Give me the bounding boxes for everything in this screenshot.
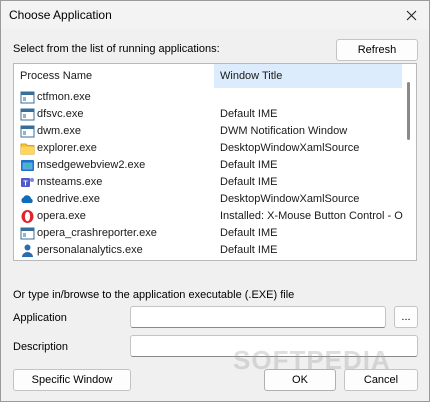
process-name: msteams.exe — [37, 176, 103, 188]
generic-app-icon — [20, 107, 35, 122]
process-row[interactable]: ctfmon.exe — [14, 89, 404, 106]
process-row[interactable]: onedrive.exe DesktopWindowXamlSource — [14, 191, 404, 208]
window-title: Default IME — [220, 176, 278, 188]
application-label: Application — [13, 312, 67, 324]
window-title: DesktopWindowXamlSource — [220, 193, 360, 205]
process-name: opera.exe — [37, 210, 86, 222]
teams-icon: T — [20, 175, 35, 190]
process-name: explorer.exe — [37, 142, 97, 154]
process-rows: ctfmon.exe dfsvc.exe Default IME dwm.exe DWM… — [14, 89, 404, 259]
process-name: ctfmon.exe — [37, 91, 91, 103]
window-title: DesktopWindowXamlSource — [220, 142, 360, 154]
generic-app-icon — [20, 226, 35, 241]
edge-webview-icon — [20, 158, 35, 173]
refresh-button[interactable]: Refresh — [336, 39, 418, 61]
process-name: msedgewebview2.exe — [37, 159, 146, 171]
close-button[interactable] — [393, 1, 429, 29]
process-name: personalanalytics.exe — [37, 244, 143, 256]
softpedia-watermark: SOFTPEDIA — [233, 345, 391, 375]
description-label: Description — [13, 341, 69, 353]
column-header-process[interactable]: Process Name — [14, 64, 214, 88]
list-header: Process Name Window Title — [14, 64, 404, 88]
process-row[interactable]: Tmsteams.exe Default IME — [14, 174, 404, 191]
onedrive-cloud-icon — [20, 192, 35, 207]
browse-label: Or type in/browse to the application exe… — [13, 289, 295, 301]
process-name: opera_crashreporter.exe — [37, 227, 157, 239]
process-row[interactable]: dfsvc.exe Default IME — [14, 106, 404, 123]
person-icon — [20, 243, 35, 258]
title-bar: Choose Application — [1, 1, 429, 29]
specific-window-button[interactable]: Specific Window — [13, 369, 131, 391]
process-name: onedrive.exe — [37, 193, 100, 205]
window-title: Default IME — [220, 159, 278, 171]
dialog-title: Choose Application — [9, 8, 112, 22]
scrollbar-thumb[interactable] — [407, 82, 410, 140]
generic-app-icon — [20, 90, 35, 105]
process-name: dwm.exe — [37, 125, 82, 137]
window-title: Installed: X-Mouse Button Control - O — [220, 210, 403, 222]
process-row[interactable]: personalanalytics.exe Default IME — [14, 242, 404, 259]
column-header-window[interactable]: Window Title — [214, 64, 402, 88]
window-title: Default IME — [220, 108, 278, 120]
process-row[interactable]: opera.exe Installed: X-Mouse Button Contr… — [14, 208, 404, 225]
close-icon — [406, 10, 416, 20]
process-row[interactable]: explorer.exe DesktopWindowXamlSource — [14, 140, 404, 157]
opera-icon — [20, 209, 35, 224]
window-title: Default IME — [220, 244, 278, 256]
process-row[interactable]: msedgewebview2.exe Default IME — [14, 157, 404, 174]
folder-icon — [20, 141, 35, 156]
window-title: DWM Notification Window — [220, 125, 348, 137]
browse-button[interactable]: ... — [394, 306, 418, 328]
window-title: Default IME — [220, 227, 278, 239]
process-list[interactable]: Process Name Window Title ctfmon.exe dfsv… — [13, 63, 417, 261]
process-row[interactable]: opera_crashreporter.exe Default IME — [14, 225, 404, 242]
process-row[interactable]: dwm.exe DWM Notification Window — [14, 123, 404, 140]
select-label: Select from the list of running applicat… — [13, 43, 220, 55]
generic-app-icon — [20, 124, 35, 139]
process-name: dfsvc.exe — [37, 108, 84, 120]
vertical-scrollbar[interactable] — [403, 64, 416, 260]
application-input[interactable] — [130, 306, 386, 328]
choose-application-dialog: Choose Application Select from the list … — [0, 0, 430, 402]
svg-text:T: T — [23, 181, 28, 188]
